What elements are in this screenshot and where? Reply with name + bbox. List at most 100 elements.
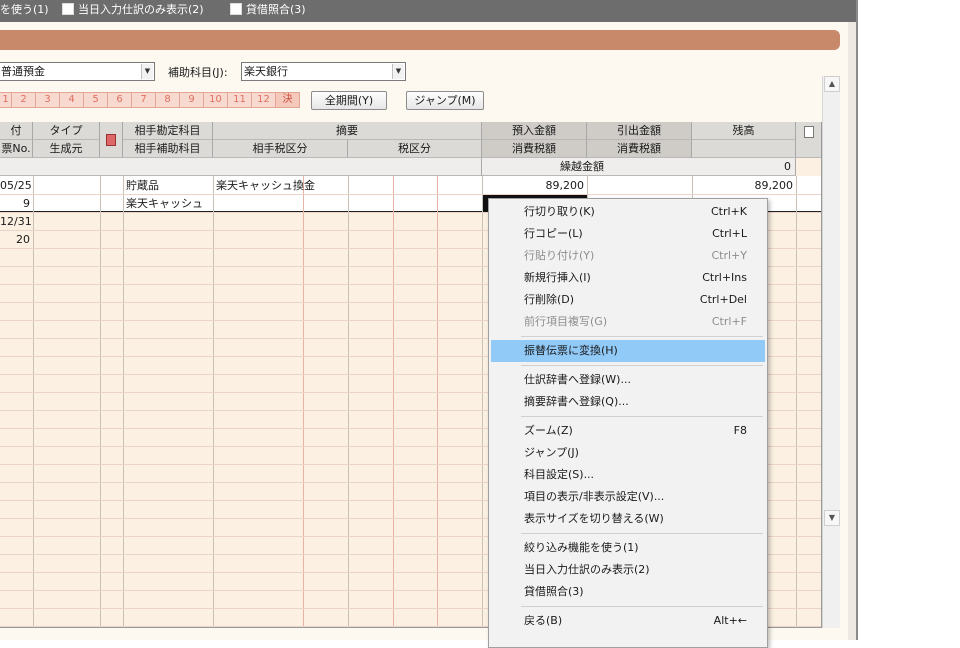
sub-account-value: 楽天銀行 [244, 65, 288, 78]
row1-summary[interactable]: 楽天キャッシュ換金 [216, 177, 315, 194]
menu-item-label: 行削除(D) [524, 293, 575, 306]
row2-date[interactable]: 12/31 [0, 213, 32, 230]
month-tab[interactable]: 7 [132, 92, 156, 108]
menu-item: 行貼り付け(Y) Ctrl+Y [491, 245, 765, 267]
month-tab[interactable]: 2 [12, 92, 36, 108]
header-settings[interactable] [796, 122, 821, 158]
menu-separator [521, 533, 763, 534]
menu-item[interactable]: 仕訳辞書へ登録(W)... [491, 369, 765, 391]
header-counter-sub[interactable]: 相手補助科目 [123, 140, 213, 158]
month-tab[interactable]: 6 [108, 92, 132, 108]
header-voucher-no[interactable]: 票No. [0, 140, 33, 158]
menu-item[interactable]: ジャンプ(J) [491, 442, 765, 464]
menu-item-label: 前行項目複写(G) [524, 315, 608, 328]
header-deposit[interactable]: 預入金額 [482, 122, 587, 140]
filter-options-bar: を使う(1) 当日入力仕訳のみ表示(2) 貸借照合(3) [0, 0, 856, 22]
menu-item[interactable]: 科目設定(S)... [491, 464, 765, 486]
menu-item[interactable]: 戻る(B) Alt+← [491, 610, 765, 632]
row1-date[interactable]: 05/25 [0, 177, 32, 194]
month-tab[interactable]: 決 [276, 92, 300, 108]
menu-item-label: 行コピー(L) [524, 227, 583, 240]
menu-item-label: 絞り込み機能を使う(1) [524, 541, 639, 554]
grid-column-line [100, 176, 101, 627]
month-tab[interactable]: 9 [180, 92, 204, 108]
sub-account-combo[interactable]: 楽天銀行 ▼ [241, 62, 406, 81]
header-counter-tax[interactable]: 相手税区分 [213, 140, 348, 158]
grid-column-line [437, 176, 438, 627]
balance-check-checkbox[interactable] [230, 3, 242, 15]
today-only-checkbox[interactable] [62, 3, 74, 15]
row2-voucher[interactable]: 20 [0, 231, 30, 248]
menu-item[interactable]: 項目の表示/非表示設定(V)... [491, 486, 765, 508]
month-tab[interactable]: 8 [156, 92, 180, 108]
vertical-scrollbar[interactable]: ▲ ▼ [822, 76, 840, 628]
header-counter-account[interactable]: 相手勘定科目 [123, 122, 213, 140]
row1-counter-sub[interactable]: 楽天キャッシュ [126, 195, 203, 212]
dropdown-arrow-icon[interactable]: ▼ [141, 64, 153, 79]
menu-item-shortcut: Ctrl+K [710, 205, 747, 218]
menu-item[interactable]: 行コピー(L) Ctrl+L [491, 223, 765, 245]
header-blank [692, 140, 796, 158]
menu-item-label: 行切り取り(K) [524, 205, 595, 218]
month-tab[interactable]: 1 [0, 92, 12, 108]
context-menu: 行切り取り(K) Ctrl+K 行コピー(L) Ctrl+L 行貼り付け(Y) Ctrl+… [488, 198, 768, 648]
menu-item: 前行項目複写(G) Ctrl+F [491, 311, 765, 333]
dropdown-arrow-icon[interactable]: ▼ [392, 64, 404, 79]
menu-item-label: 当日入力仕訳のみ表示(2) [524, 563, 650, 576]
menu-item-shortcut: Ctrl+Y [711, 249, 747, 262]
account-combo[interactable]: 普通預金 ▼ [0, 62, 155, 81]
menu-item[interactable]: 行削除(D) Ctrl+Del [491, 289, 765, 311]
menu-item-label: 振替伝票に変換(H) [524, 344, 618, 357]
header-tax[interactable]: 税区分 [348, 140, 482, 158]
header-withdraw[interactable]: 引出金額 [587, 122, 692, 140]
menu-item[interactable]: 行切り取り(K) Ctrl+K [491, 201, 765, 223]
header-deposit-tax[interactable]: 消費税額 [482, 140, 587, 158]
menu-item[interactable]: 新規行挿入(I) Ctrl+Ins [491, 267, 765, 289]
menu-item[interactable]: 振替伝票に変換(H) [491, 340, 765, 362]
header-summary[interactable]: 摘要 [213, 122, 482, 140]
carryover-row: 繰越金額 0 [482, 158, 796, 176]
account-selector-row: 普通預金 ▼ 補助科目(J): 楽天銀行 ▼ [0, 62, 840, 82]
header-origin[interactable]: 生成元 [33, 140, 100, 158]
menu-item-label: 仕訳辞書へ登録(W)... [524, 373, 631, 386]
grid-column-line [213, 176, 214, 627]
header-withdraw-tax[interactable]: 消費税額 [587, 140, 692, 158]
header-type[interactable]: タイプ [33, 122, 100, 140]
today-only-option[interactable]: 当日入力仕訳のみ表示(2) [62, 2, 204, 18]
row1-deposit[interactable]: 89,200 [482, 177, 585, 194]
row1-balance[interactable]: 89,200 [692, 177, 794, 194]
menu-item-shortcut: Ctrl+F [711, 315, 747, 328]
menu-item[interactable]: 当日入力仕訳のみ表示(2) [491, 559, 765, 581]
all-period-button[interactable]: 全期間(Y) [311, 91, 387, 110]
account-value: 普通預金 [1, 65, 45, 78]
scroll-up-icon[interactable]: ▲ [824, 76, 840, 92]
month-tab[interactable]: 5 [84, 92, 108, 108]
menu-item-label: 摘要辞書へ登録(Q)... [524, 395, 629, 408]
month-tab[interactable]: 11 [228, 92, 252, 108]
menu-item[interactable]: 絞り込み機能を使う(1) [491, 537, 765, 559]
grid-column-line [33, 176, 34, 627]
menu-item[interactable]: 表示サイズを切り替える(W) [491, 508, 765, 530]
month-tab[interactable]: 12 [252, 92, 276, 108]
row1-voucher[interactable]: 9 [0, 195, 30, 212]
menu-item[interactable]: 貸借照合(3) [491, 581, 765, 603]
filter-option[interactable]: を使う(1) [0, 2, 49, 18]
menu-item[interactable]: ズーム(Z) F8 [491, 420, 765, 442]
grid-column-line [482, 176, 483, 627]
menu-item[interactable]: 摘要辞書へ登録(Q)... [491, 391, 765, 413]
month-tab[interactable]: 10 [204, 92, 228, 108]
row1-counter-account[interactable]: 貯蔵品 [126, 177, 159, 194]
menu-item-label: 行貼り付け(Y) [524, 249, 595, 262]
grid-row-line [0, 194, 821, 195]
header-date[interactable]: 付 [0, 122, 33, 140]
carryover-label: 繰越金額 [560, 160, 604, 173]
month-tab[interactable]: 4 [60, 92, 84, 108]
jump-button[interactable]: ジャンプ(M) [406, 91, 484, 110]
scroll-down-icon[interactable]: ▼ [824, 510, 840, 526]
month-tab[interactable]: 3 [36, 92, 60, 108]
header-memo[interactable] [100, 122, 123, 158]
balance-check-option[interactable]: 貸借照合(3) [230, 2, 306, 18]
header-balance[interactable]: 残高 [692, 122, 796, 140]
grid-column-line [393, 176, 394, 627]
sub-account-label: 補助科目(J): [168, 66, 228, 79]
